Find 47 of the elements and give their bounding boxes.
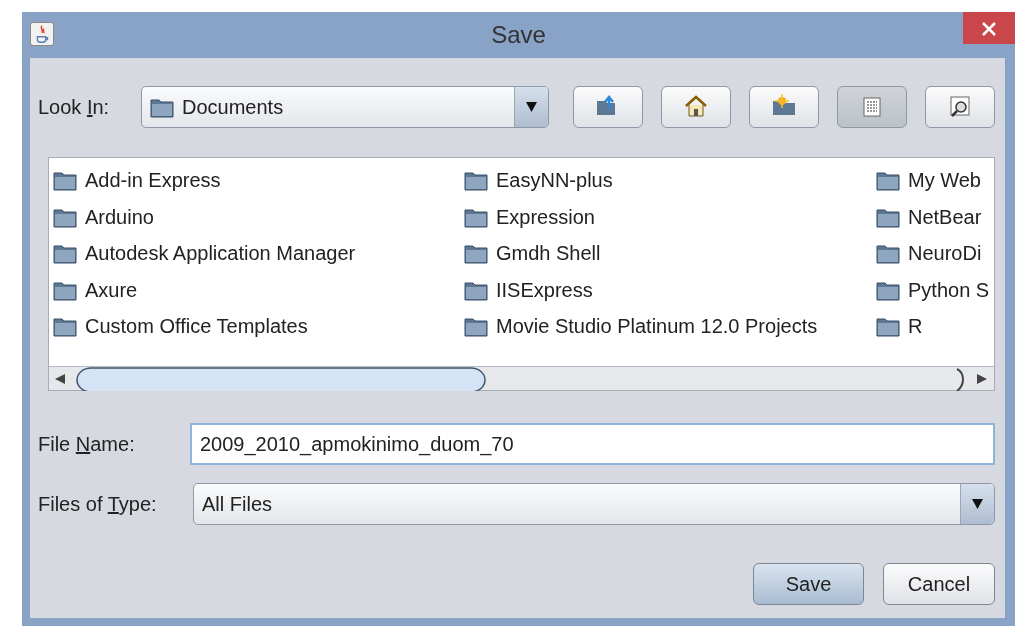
folder-name[interactable]: Arduino: [85, 206, 154, 227]
folder-name[interactable]: Axure: [85, 279, 138, 300]
close-button[interactable]: [963, 12, 1015, 44]
toolbar-button[interactable]: [925, 86, 995, 128]
dialog-button[interactable]: Cancel: [883, 563, 995, 605]
toolbar-button[interactable]: [837, 86, 907, 128]
folder-name[interactable]: IISExpress: [496, 279, 593, 300]
folder-name[interactable]: R: [908, 316, 923, 337]
close-icon: [982, 22, 996, 37]
look-in-value: Documents: [182, 95, 284, 120]
folder-name[interactable]: EasyNN-plus: [496, 170, 613, 191]
folder-name[interactable]: Python S: [908, 279, 990, 300]
dropdown-arrow-icon: [972, 499, 983, 509]
folder-name[interactable]: Autodesk Application Manager: [85, 243, 356, 264]
window-title: Save: [491, 20, 546, 50]
java-cup-icon: [30, 22, 54, 46]
file-name-field[interactable]: 2009_2010_apmokinimo_duom_70: [190, 423, 995, 465]
file-type-dropdown[interactable]: All Files: [193, 483, 995, 525]
folder-icon: [53, 169, 77, 192]
look-in-dropdown[interactable]: Documents: [141, 86, 549, 128]
folder-icon: [464, 169, 488, 192]
folder-icon: [876, 242, 900, 265]
folder-name[interactable]: Custom Office Templates: [85, 316, 308, 337]
file-type-value: All Files: [201, 492, 273, 517]
folder-icon: [464, 315, 488, 338]
folder-name[interactable]: Expression: [496, 206, 595, 227]
file-name-label: File Name:: [38, 432, 136, 457]
folder-icon: [53, 242, 77, 265]
toolbar-button[interactable]: [573, 86, 643, 128]
dropdown-arrow-icon: [526, 102, 537, 112]
folder-icon: [150, 96, 174, 118]
dialog-button[interactable]: Save: [753, 563, 864, 605]
folder-name[interactable]: Gmdh Shell: [496, 243, 601, 264]
folder-name[interactable]: Movie Studio Platinum 12.0 Projects: [496, 316, 818, 337]
folder-icon: [464, 242, 488, 265]
folder-name[interactable]: My Web: [908, 170, 981, 191]
horizontal-scrollbar[interactable]: [49, 366, 994, 390]
folder-name[interactable]: NetBear: [908, 206, 982, 227]
folder-name[interactable]: Add-in Express: [85, 170, 221, 191]
folder-name[interactable]: NeuroDi: [908, 243, 982, 264]
toolbar-button[interactable]: [661, 86, 731, 128]
folder-icon: [876, 169, 900, 192]
folder-icon: [876, 315, 900, 338]
look-in-label: Look In:: [38, 95, 111, 120]
folder-icon: [53, 315, 77, 338]
file-type-label: Files of Type:: [38, 492, 158, 517]
toolbar-button[interactable]: [749, 86, 819, 128]
